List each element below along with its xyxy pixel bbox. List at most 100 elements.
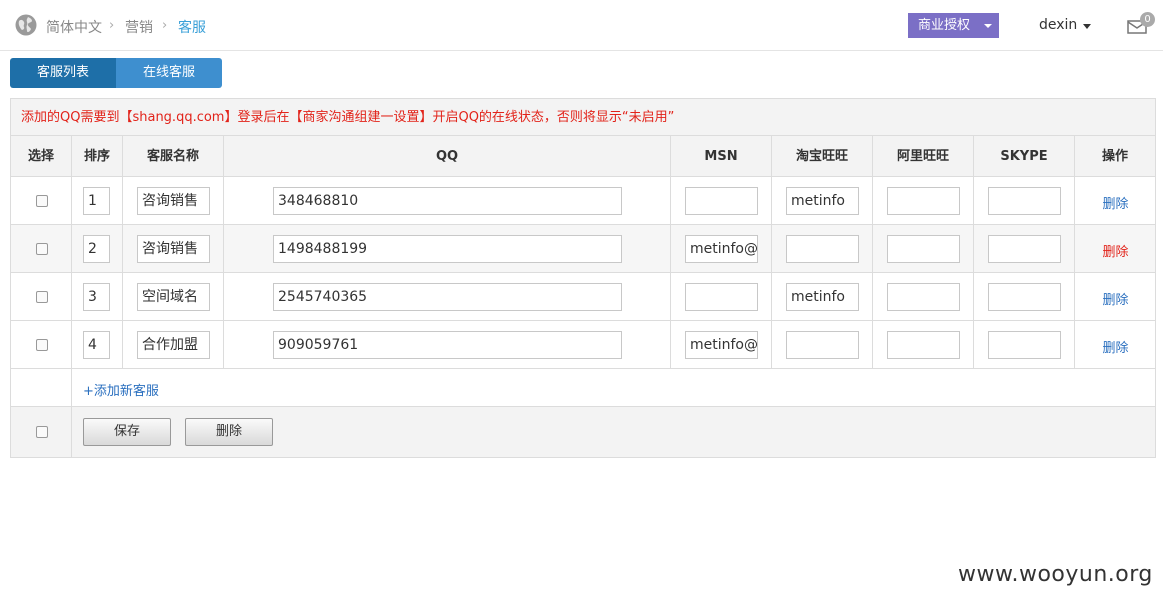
select-all-checkbox[interactable]: [36, 426, 48, 438]
taobao-input[interactable]: [786, 235, 859, 263]
ali-cell: [873, 177, 974, 224]
ali-cell: [873, 225, 974, 272]
taobao-input[interactable]: [786, 331, 859, 359]
order-input[interactable]: 3: [83, 283, 110, 311]
ali-input[interactable]: [887, 235, 960, 263]
add-service-link[interactable]: +添加新客服: [83, 380, 159, 399]
row-checkbox[interactable]: [36, 339, 48, 351]
caret-down-icon[interactable]: [1083, 24, 1091, 29]
action-cell: 删除: [1075, 177, 1155, 224]
tab-online-service[interactable]: 在线客服: [116, 58, 222, 88]
select-all-cell: [11, 407, 72, 457]
delete-link[interactable]: 删除: [1075, 289, 1156, 308]
row-checkbox[interactable]: [36, 195, 48, 207]
qq-cell: 909059761: [224, 321, 671, 368]
license-button[interactable]: 商业授权: [908, 13, 999, 38]
qq-input[interactable]: 1498488199: [273, 235, 622, 263]
qq-input[interactable]: 909059761: [273, 331, 622, 359]
qq-input[interactable]: 348468810: [273, 187, 622, 215]
qq-input[interactable]: 2545740365: [273, 283, 622, 311]
name-input[interactable]: 咨询销售: [137, 187, 210, 215]
skype-input[interactable]: [988, 331, 1061, 359]
header-select: 选择: [11, 136, 72, 176]
order-input[interactable]: 1: [83, 187, 110, 215]
delete-link[interactable]: 删除: [1075, 193, 1156, 212]
header-ali: 阿里旺旺: [873, 136, 974, 176]
ali-cell: [873, 273, 974, 320]
breadcrumb-current: 客服: [178, 20, 206, 36]
chevron-right-icon: ›: [162, 18, 168, 33]
skype-cell: [974, 225, 1075, 272]
header-taobao: 淘宝旺旺: [772, 136, 873, 176]
table-row: 1 咨询销售 348468810 metinfo 删除: [11, 177, 1155, 225]
msn-input[interactable]: metinfo@: [685, 235, 758, 263]
order-cell: 3: [72, 273, 123, 320]
name-input[interactable]: 咨询销售: [137, 235, 210, 263]
name-input[interactable]: 合作加盟: [137, 331, 210, 359]
ali-input[interactable]: [887, 283, 960, 311]
skype-cell: [974, 321, 1075, 368]
taobao-cell: [772, 321, 873, 368]
tab-service-list[interactable]: 客服列表: [10, 58, 116, 88]
ali-input[interactable]: [887, 187, 960, 215]
skype-input[interactable]: [988, 235, 1061, 263]
watermark: www.wooyun.org: [958, 562, 1153, 587]
taobao-cell: metinfo: [772, 273, 873, 320]
select-cell: [11, 321, 72, 368]
msn-input[interactable]: [685, 187, 758, 215]
bulk-actions-row: 保存 删除: [11, 407, 1155, 457]
bulk-delete-button[interactable]: 删除: [185, 418, 273, 446]
table-row: 3 空间域名 2545740365 metinfo 删除: [11, 273, 1155, 321]
msn-cell: metinfo@: [671, 225, 772, 272]
row-checkbox[interactable]: [36, 291, 48, 303]
save-button[interactable]: 保存: [83, 418, 171, 446]
ali-cell: [873, 321, 974, 368]
order-input[interactable]: 4: [83, 331, 110, 359]
delete-link[interactable]: 删除: [1075, 337, 1156, 356]
add-row-spacer: [11, 369, 72, 406]
name-cell: 咨询销售: [123, 225, 224, 272]
order-cell: 4: [72, 321, 123, 368]
action-cell: 删除: [1075, 225, 1155, 272]
breadcrumb-section[interactable]: 营销: [125, 17, 153, 37]
msn-input[interactable]: metinfo@: [685, 331, 758, 359]
taobao-input[interactable]: metinfo: [786, 283, 859, 311]
header-action: 操作: [1101, 149, 1128, 164]
header-name: 客服名称: [123, 136, 224, 176]
msn-input[interactable]: [685, 283, 758, 311]
globe-icon[interactable]: [15, 14, 37, 36]
skype-input[interactable]: [988, 187, 1061, 215]
qq-cell: 348468810: [224, 177, 671, 224]
taobao-input[interactable]: metinfo: [786, 187, 859, 215]
user-menu[interactable]: dexin: [1039, 17, 1077, 33]
order-input[interactable]: 2: [83, 235, 110, 263]
breadcrumb-language[interactable]: 简体中文: [46, 17, 102, 37]
top-bar: 简体中文 › 营销 › 客服 商业授权 dexin 0: [0, 0, 1163, 51]
name-cell: 咨询销售: [123, 177, 224, 224]
taobao-cell: [772, 225, 873, 272]
order-cell: 1: [72, 177, 123, 224]
license-button-label: 商业授权: [918, 18, 971, 33]
taobao-cell: metinfo: [772, 177, 873, 224]
select-cell: [11, 273, 72, 320]
delete-link[interactable]: 删除: [1075, 241, 1156, 260]
header-skype: SKYPE: [974, 136, 1075, 176]
msn-cell: [671, 273, 772, 320]
msn-cell: metinfo@: [671, 321, 772, 368]
table-header: 选择 排序 客服名称 QQ MSN 淘宝旺旺 阿里旺旺 SKYPE 操作: [11, 136, 1155, 177]
msn-cell: [671, 177, 772, 224]
table-row: 2 咨询销售 1498488199 metinfo@ 删除: [11, 225, 1155, 273]
service-table: 添加的QQ需要到【shang.qq.com】登录后在【商家沟通组建一设置】开启Q…: [10, 98, 1156, 458]
chevron-right-icon: ›: [109, 18, 115, 33]
ali-input[interactable]: [887, 331, 960, 359]
skype-input[interactable]: [988, 283, 1061, 311]
row-checkbox[interactable]: [36, 243, 48, 255]
action-cell: 删除: [1075, 321, 1155, 368]
order-cell: 2: [72, 225, 123, 272]
skype-cell: [974, 273, 1075, 320]
name-input[interactable]: 空间域名: [137, 283, 210, 311]
name-cell: 空间域名: [123, 273, 224, 320]
mail-count-badge: 0: [1140, 12, 1155, 27]
header-order: 排序: [72, 136, 123, 176]
notice-text: 添加的QQ需要到【shang.qq.com】登录后在【商家沟通组建一设置】开启Q…: [11, 99, 1155, 136]
